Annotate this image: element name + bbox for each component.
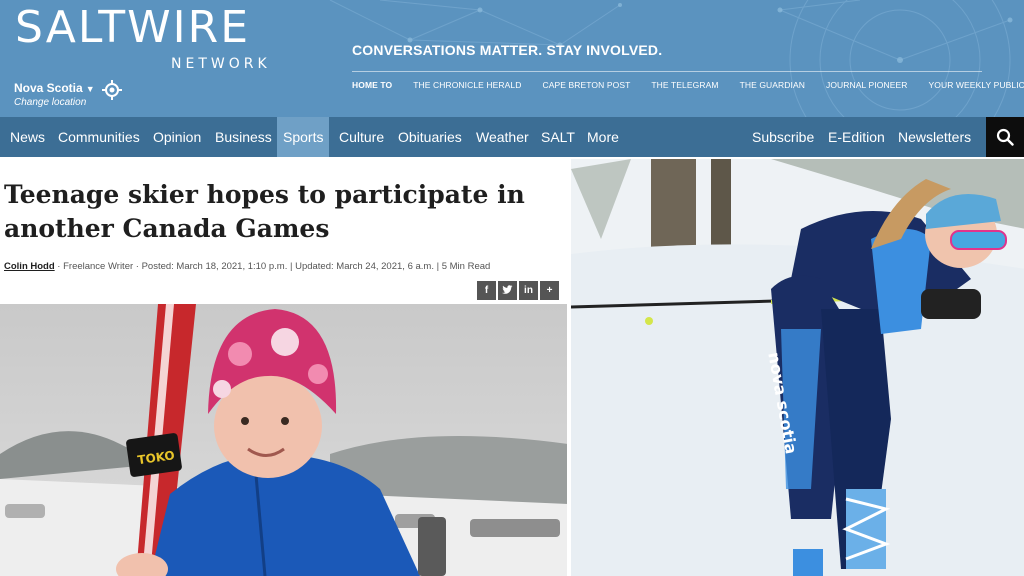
nav-salt[interactable]: SALT [535,117,581,157]
change-location-link[interactable]: Change location [14,97,86,108]
nav-communities[interactable]: Communities [52,117,146,157]
nav-subscribe[interactable]: Subscribe [746,117,820,157]
sub-nav-chronicle-herald[interactable]: THE CHRONICLE HERALD [413,80,521,90]
page: SALTWIRE NETWORK Nova Scotia ▼ Change loc… [0,0,1024,576]
article-headline: Teenage skier hopes to participate in an… [4,180,525,243]
photo-divider [567,157,570,576]
location-name: Nova Scotia [14,81,83,95]
sub-nav-home-to[interactable]: HOME TO [352,80,392,90]
search-button[interactable] [986,117,1024,157]
young-skier-illustration: TOKO [0,304,568,576]
photo-young-skier: TOKO [0,304,568,576]
nav-obituaries[interactable]: Obituaries [392,117,468,157]
location-selector[interactable]: Nova Scotia ▼ Change location [14,79,95,108]
nav-culture[interactable]: Culture [333,117,390,157]
site-header: SALTWIRE NETWORK Nova Scotia ▼ Change loc… [0,0,1024,117]
sub-nav-journal-pioneer[interactable]: JOURNAL PIONEER [826,80,907,90]
tagline-divider [352,71,982,72]
search-icon [996,128,1014,146]
author-link[interactable]: Colin Hodd [4,261,55,272]
sub-nav-cape-breton-post[interactable]: CAPE BRETON POST [543,80,631,90]
photo-teen-skier: nova scotia [569,159,1024,576]
sub-nav-telegram[interactable]: THE TELEGRAM [651,80,718,90]
nav-weather[interactable]: Weather [470,117,535,157]
location-target-icon[interactable] [102,80,122,100]
chevron-down-icon: ▼ [85,84,95,94]
nav-news[interactable]: News [4,117,51,157]
linkedin-icon[interactable]: in [519,281,538,300]
more-share-icon[interactable]: + [540,281,559,300]
teen-skier-illustration: nova scotia [571,159,1024,576]
logo-subtitle: NETWORK [171,56,271,72]
tagline: CONVERSATIONS MATTER. STAY INVOLVED. [352,42,663,58]
nav-e-edition[interactable]: E-Edition [822,117,891,157]
byline-details: · Freelance Writer · Posted: March 18, 2… [54,261,491,272]
sub-nav-weekly-publications[interactable]: YOUR WEEKLY PUBLICATIONS [928,80,1024,90]
saltwire-logo[interactable]: SALTWIRE NETWORK [15,2,295,76]
publication-nav: HOME TO THE CHRONICLE HERALD CAPE BRETON… [352,80,1024,90]
sub-nav-guardian[interactable]: THE GUARDIAN [740,80,805,90]
article-byline: Colin Hodd · Freelance Writer · Posted: … [4,261,490,272]
nav-sports[interactable]: Sports [277,117,330,157]
twitter-icon[interactable] [498,281,517,300]
nav-opinion[interactable]: Opinion [147,117,207,157]
nav-newsletters[interactable]: Newsletters [892,117,977,157]
facebook-icon[interactable]: f [477,281,496,300]
logo-wordmark: SALTWIRE [15,2,251,53]
nav-more[interactable]: More [581,117,625,157]
main-nav: News Communities Opinion Business Sports… [0,117,1024,157]
nav-business[interactable]: Business [209,117,278,157]
share-buttons: f in + [477,281,559,300]
